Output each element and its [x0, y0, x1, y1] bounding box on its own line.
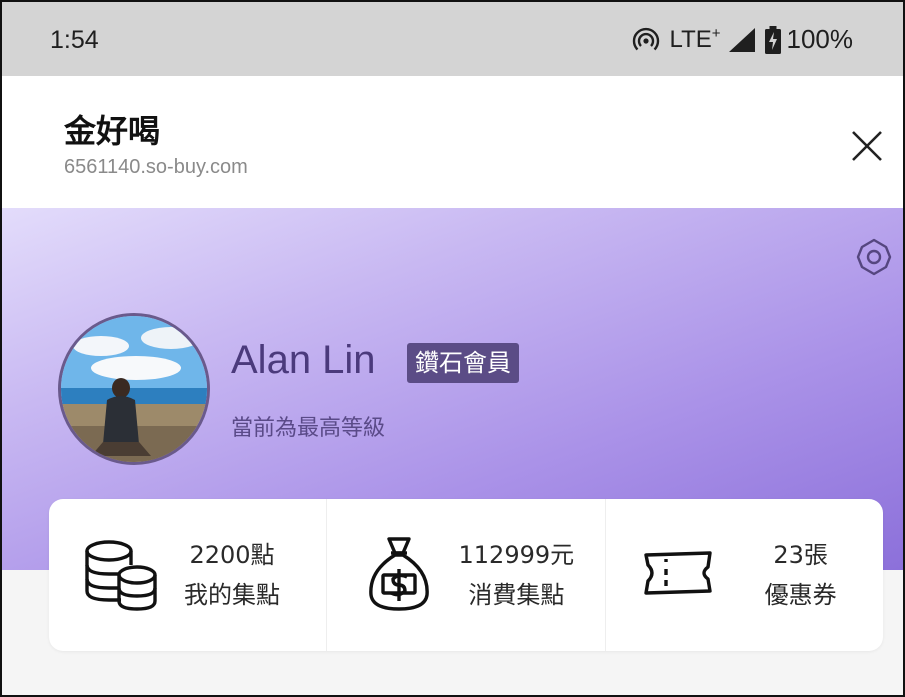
user-name: Alan Lin [231, 338, 376, 382]
stat-points[interactable]: 2200點 我的集點 [49, 499, 326, 651]
stat-spending-label: 消費集點 [468, 581, 565, 609]
money-bag-icon [369, 537, 430, 611]
network-type: LTE+ [670, 25, 721, 54]
stat-coupons[interactable]: 23張 優惠券 [604, 499, 883, 651]
status-bar: 1:54 LTE+ 100% [2, 2, 903, 76]
stat-spending[interactable]: 112999元 消費集點 [326, 499, 604, 651]
member-level-badge: 鑽石會員 [407, 343, 519, 383]
member-level-status: 當前為最高等級 [231, 416, 386, 441]
stat-coupons-label: 優惠券 [764, 581, 837, 609]
avatar-photo [61, 316, 207, 462]
close-icon[interactable] [849, 128, 885, 164]
network-type-label: LTE [669, 26, 712, 53]
status-time: 1:54 [50, 26, 99, 54]
coupon-icon [643, 551, 712, 595]
page-title: 金好喝 [64, 112, 161, 150]
stat-points-label: 我的集點 [184, 581, 280, 609]
stat-points-text: 2200點 我的集點 [177, 535, 287, 615]
network-type-plus: + [711, 25, 721, 42]
avatar[interactable] [58, 313, 210, 465]
hotspot-icon [632, 27, 659, 50]
app-frame: 1:54 LTE+ 100% 金好喝 6561140.so-buy.com Al… [0, 0, 905, 697]
member-stats-card: 2200點 我的集點 112999元 消費集點 23張 優惠券 [49, 499, 883, 651]
stat-coupons-value: 23張 [773, 541, 828, 569]
status-indicators: LTE+ 100% [632, 24, 854, 55]
signal-icon [728, 27, 755, 52]
stat-spending-value: 112999元 [458, 541, 575, 569]
stat-points-value: 2200點 [189, 541, 275, 569]
page-header: 金好喝 6561140.so-buy.com [2, 76, 903, 208]
coins-icon [85, 540, 157, 611]
stat-coupons-text: 23張 優惠券 [756, 535, 846, 615]
settings-gear-icon[interactable] [855, 238, 893, 276]
battery-charging-icon [764, 25, 781, 54]
battery-percentage: 100% [786, 24, 854, 54]
page-url: 6561140.so-buy.com [64, 156, 248, 178]
stat-spending-text: 112999元 消費集點 [451, 535, 581, 615]
